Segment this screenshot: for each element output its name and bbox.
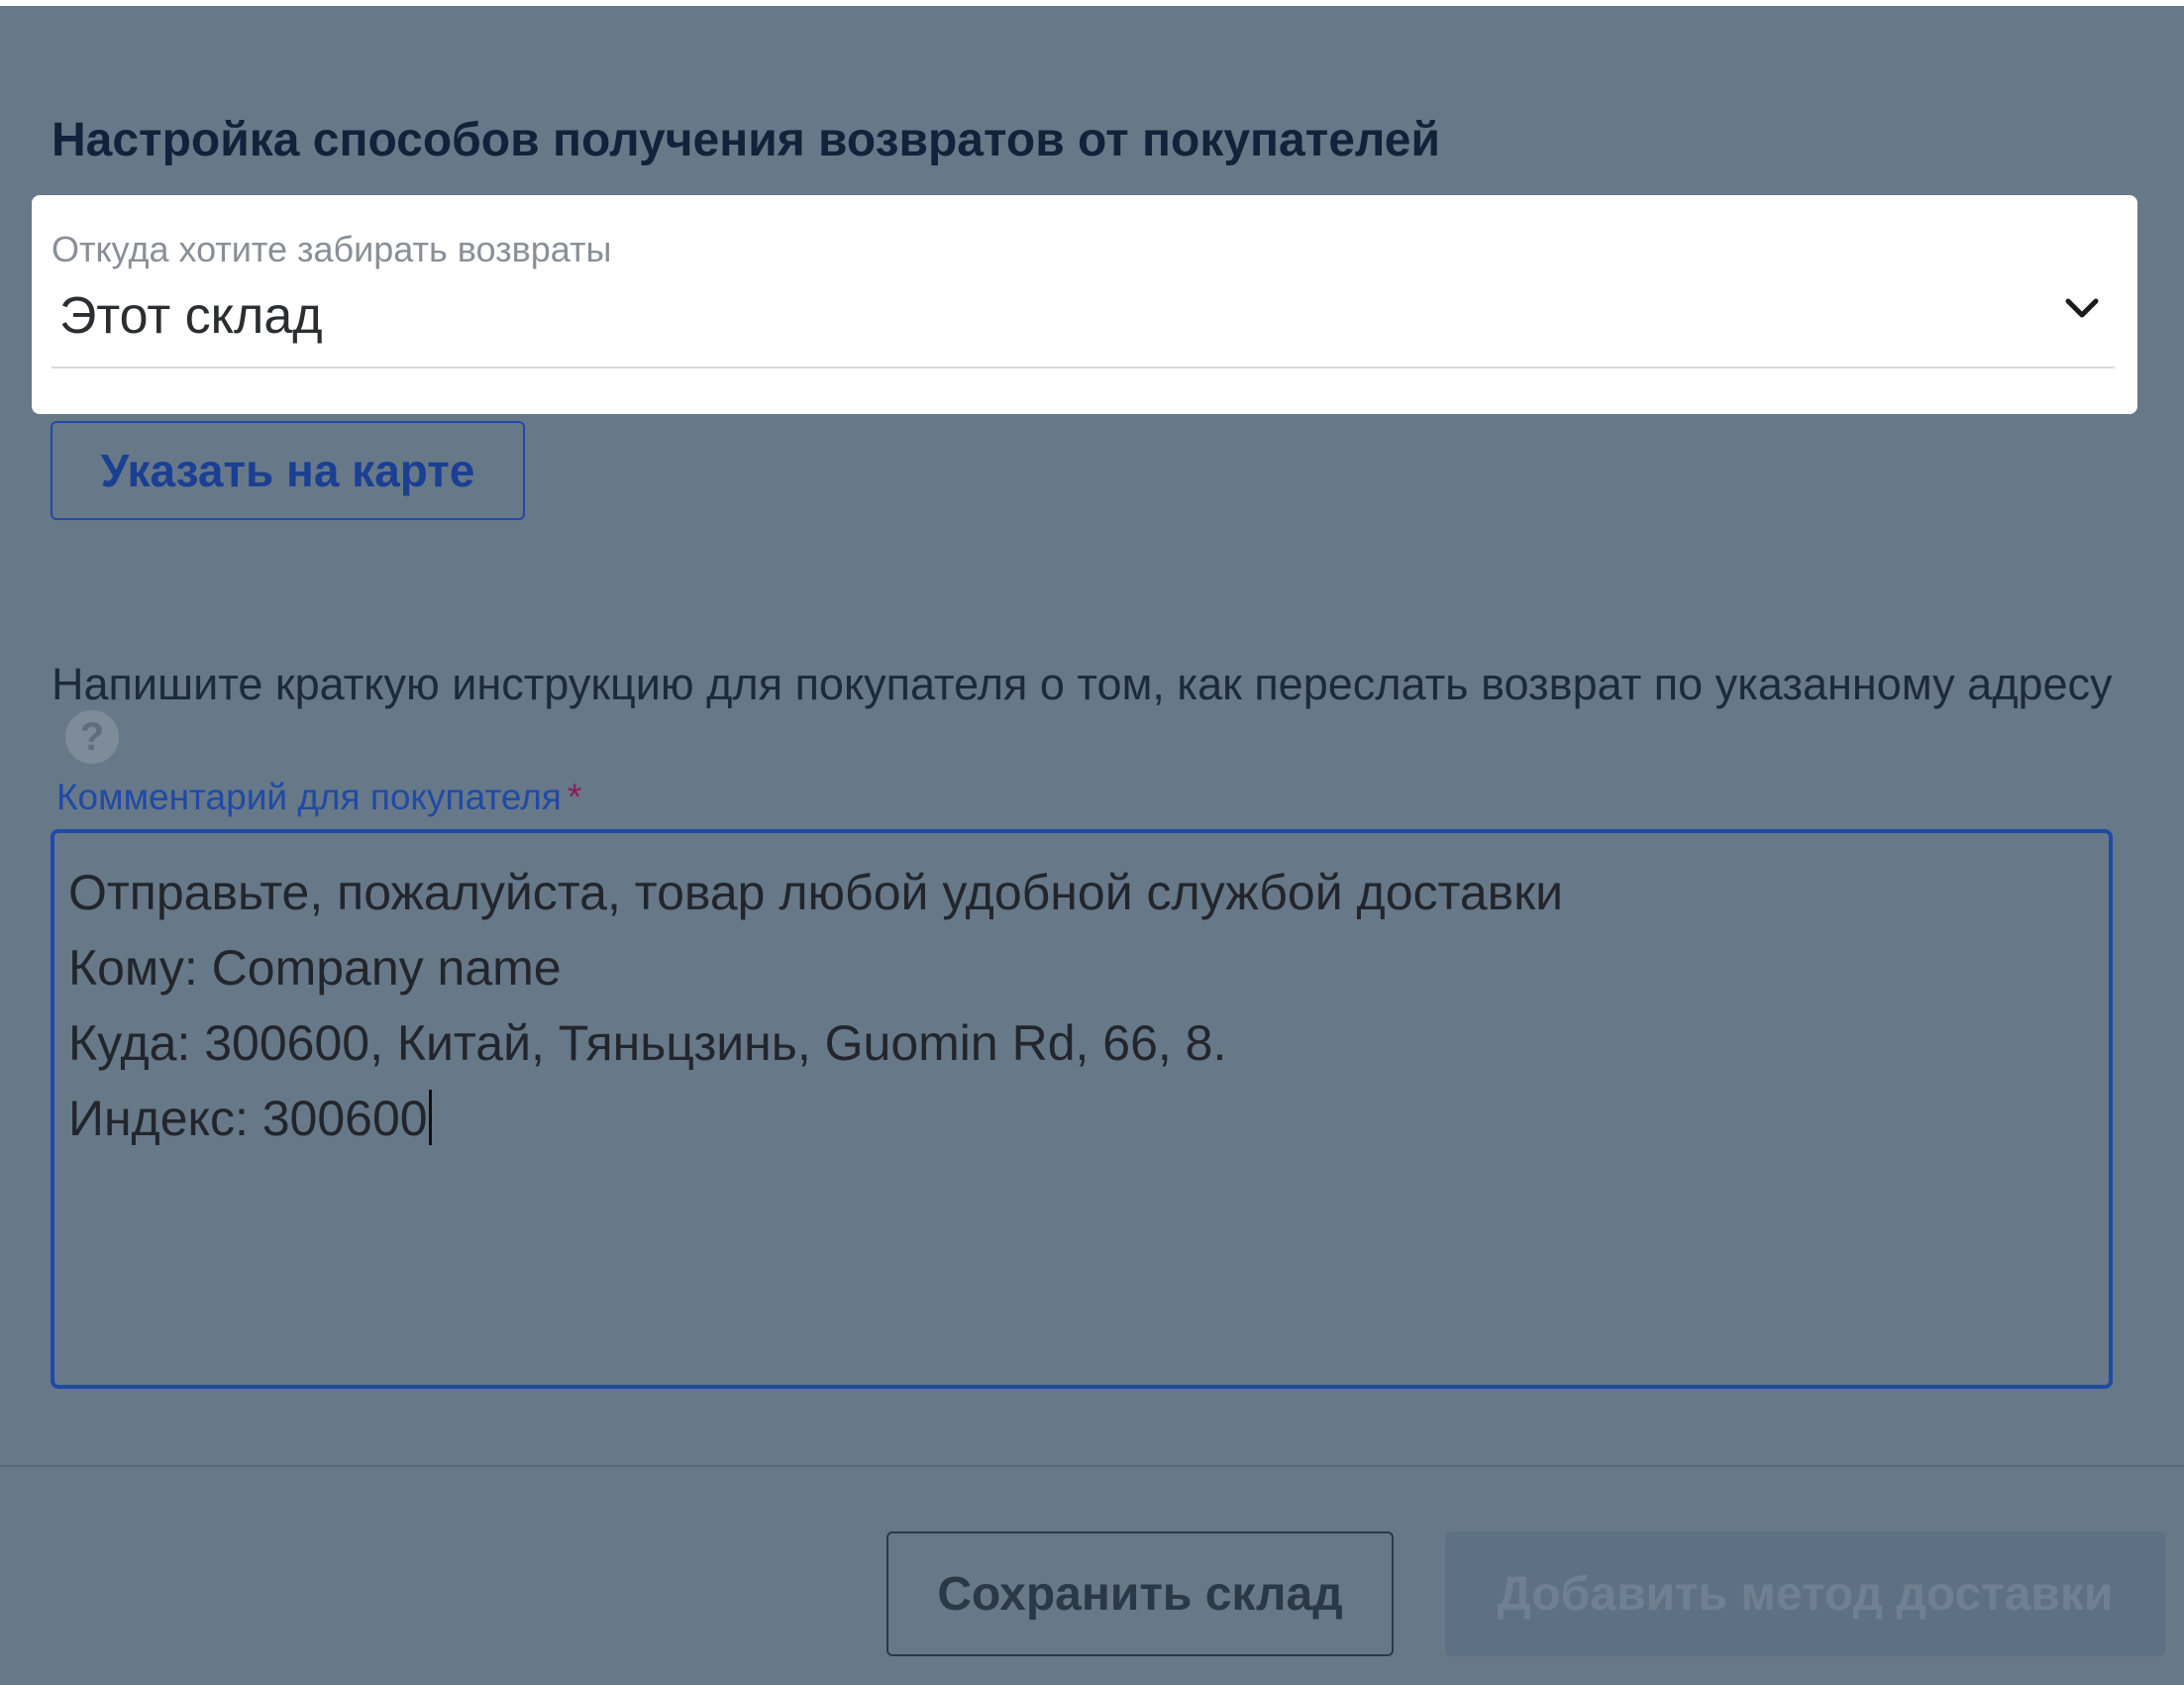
footer-divider	[0, 1465, 2184, 1467]
comment-textarea[interactable]: Отправьте, пожалуйста, товар любой удобн…	[51, 829, 2113, 1389]
comment-line-text: Индекс: 300600	[68, 1091, 428, 1146]
instruction-text: Напишите краткую инструкцию для покупате…	[52, 658, 2141, 765]
add-delivery-method-button[interactable]: Добавить метод доставки	[1445, 1531, 2165, 1656]
comment-label: Комментарий для покупателя *	[56, 777, 581, 818]
returns-source-label: Откуда хотите забирать возвраты	[52, 229, 612, 269]
select-underline	[52, 367, 2115, 369]
comment-line: Куда: 300600, Китай, Тяньцзинь, Guomin R…	[68, 1015, 1227, 1071]
help-icon[interactable]: ?	[65, 710, 119, 765]
comment-line: Отправьте, пожалуйста, товар любой удобн…	[68, 865, 1564, 920]
text-caret	[428, 1090, 432, 1145]
comment-label-text: Комментарий для покупателя	[56, 777, 562, 817]
required-mark: *	[567, 777, 582, 817]
save-warehouse-button[interactable]: Сохранить склад	[886, 1531, 1394, 1656]
modal-overlay: Настройка способов получения возвратов о…	[0, 6, 2184, 1685]
returns-source-select[interactable]: Откуда хотите забирать возвраты Этот скл…	[32, 195, 2137, 414]
returns-source-value[interactable]: Этот склад	[59, 286, 323, 346]
instruction-text-content: Напишите краткую инструкцию для покупате…	[52, 659, 2113, 709]
comment-line-last: Индекс: 300600	[68, 1081, 2095, 1156]
comment-line: Кому: Company name	[68, 940, 562, 996]
show-on-map-button[interactable]: Указать на карте	[51, 421, 525, 520]
chevron-down-icon[interactable]	[2062, 295, 2102, 321]
section-title: Настройка способов получения возвратов о…	[52, 114, 1440, 166]
